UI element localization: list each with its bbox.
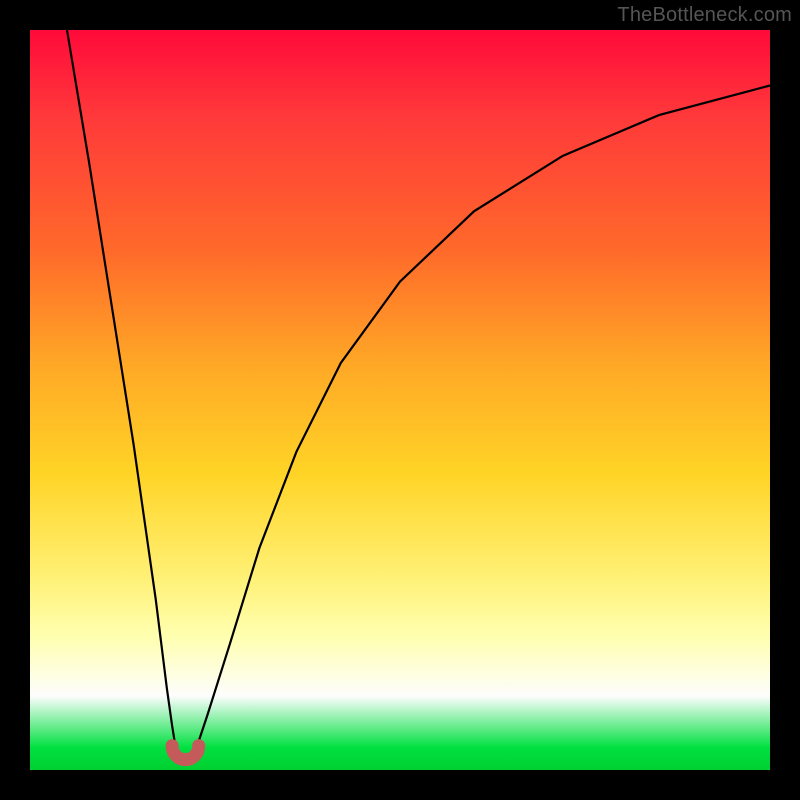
chart-plot-area xyxy=(30,30,770,770)
chart-frame: TheBottleneck.com xyxy=(0,0,800,800)
chart-svg xyxy=(30,30,770,770)
attribution-text: TheBottleneck.com xyxy=(617,4,792,27)
optimum-marker xyxy=(172,746,199,760)
curve-left-branch xyxy=(67,30,180,759)
curve-right-branch xyxy=(191,86,770,759)
